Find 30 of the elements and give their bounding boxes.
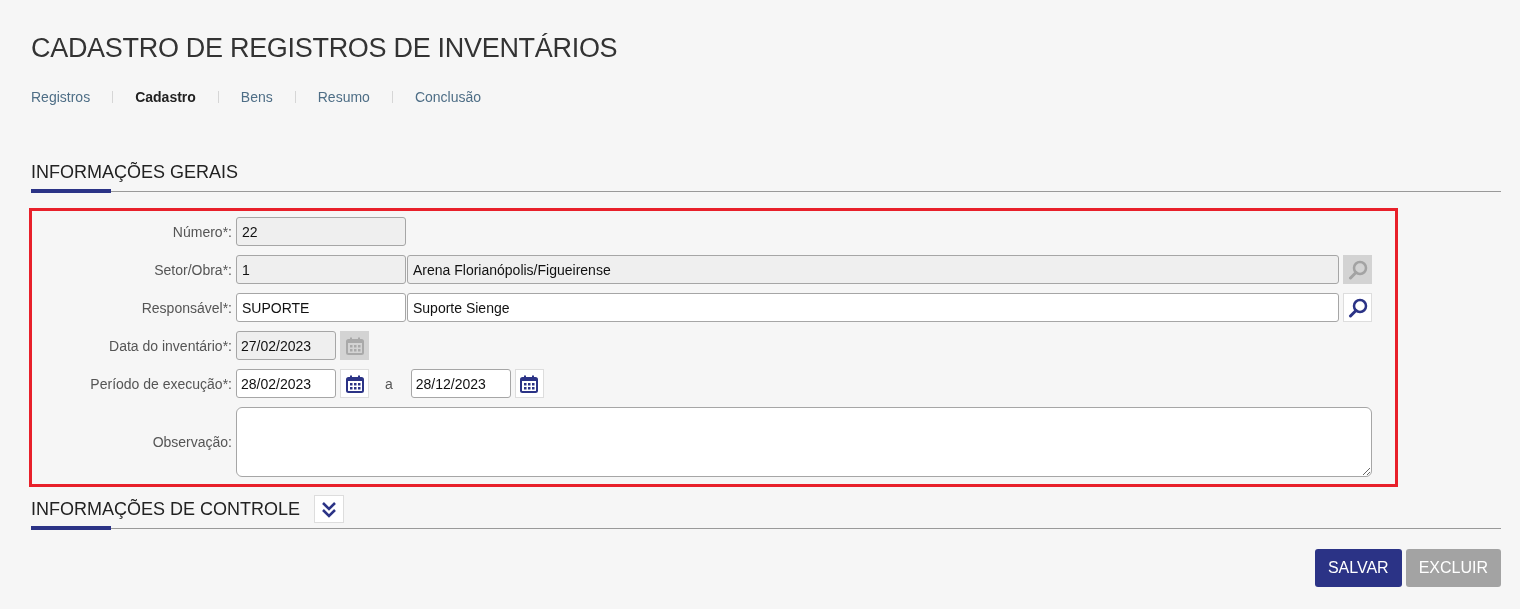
search-icon (1347, 297, 1368, 318)
input-field[interactable]: Suporte Sienge (407, 293, 1339, 322)
field-label: Número*: (171, 223, 233, 240)
tab[interactable]: Registros (31, 88, 91, 106)
expand-button[interactable] (314, 495, 345, 523)
tab[interactable]: Resumo (317, 88, 370, 106)
calendar-icon (344, 373, 365, 394)
tab[interactable]: Bens (240, 88, 273, 106)
field-label: Responsável*: (140, 299, 233, 316)
calendar-icon (344, 335, 365, 356)
action-button[interactable]: SALVAR (1314, 549, 1402, 587)
input-field[interactable]: SUPORTE (236, 293, 406, 322)
tab[interactable]: Cadastro (135, 88, 196, 106)
input-field[interactable]: 28/12/2023 (410, 369, 511, 398)
search-icon (1347, 259, 1368, 280)
field-label: Setor/Obra*: (153, 261, 233, 278)
tab[interactable]: Conclusão (414, 88, 482, 106)
field-label: Observação: (151, 434, 233, 450)
section-title: INFORMAÇÕES DE CONTROLE (31, 498, 301, 520)
range-separator: a (385, 375, 393, 392)
double-chevron-icon (320, 499, 339, 519)
calendar-button[interactable] (340, 369, 369, 398)
calendar-icon (519, 373, 540, 394)
field-label: Período de execução*: (89, 375, 233, 392)
section-title: INFORMAÇÕES GERAIS (31, 161, 239, 183)
field-label: Data do inventário*: (108, 337, 233, 354)
page-title: CADASTRO DE REGISTROS DE INVENTÁRIOS (31, 32, 618, 65)
input-field[interactable]: 28/02/2023 (236, 369, 336, 398)
search-button[interactable] (1343, 293, 1372, 322)
calendar-button[interactable] (514, 369, 544, 398)
